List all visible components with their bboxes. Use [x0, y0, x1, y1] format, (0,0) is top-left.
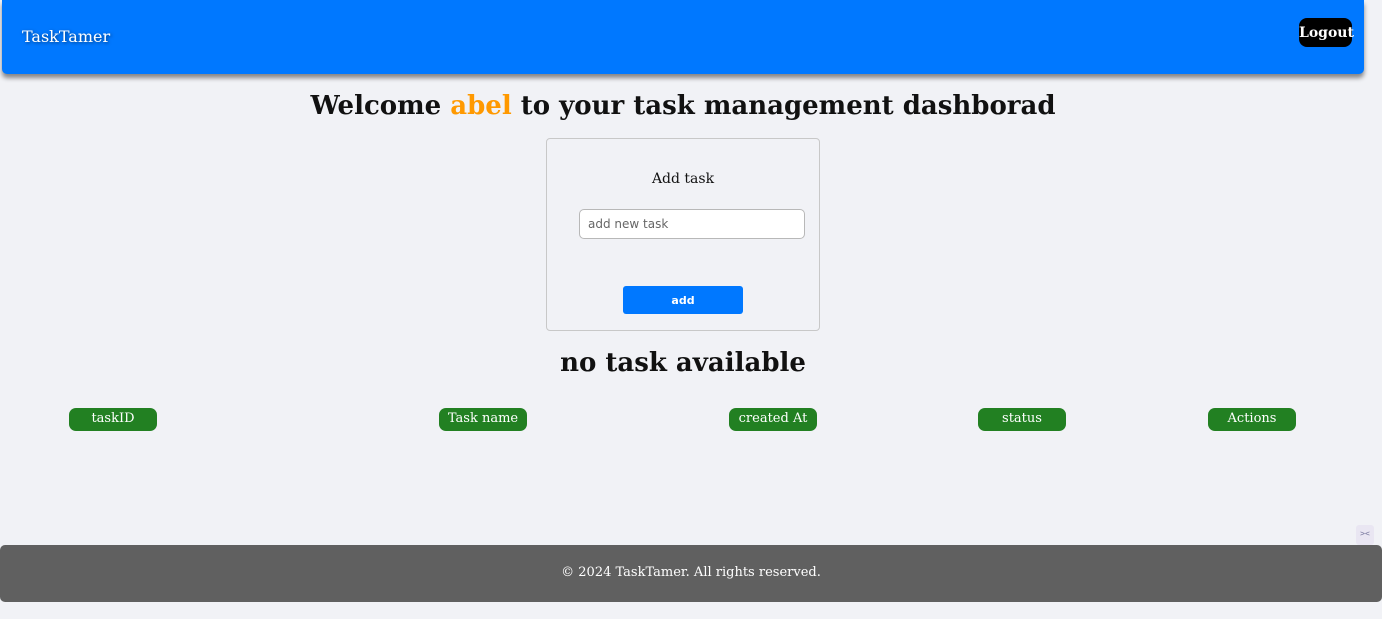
navbar: TaskTamer Logout	[2, 0, 1364, 74]
add-task-button[interactable]: add	[623, 286, 743, 314]
column-header-taskid: taskID	[69, 408, 157, 431]
empty-tasks-message: no task available	[560, 348, 806, 378]
new-task-input[interactable]	[579, 209, 805, 239]
column-header-task-name: Task name	[439, 408, 527, 431]
welcome-heading: Welcome abel to your task management das…	[0, 90, 1366, 122]
dashboard-page: TaskTamer Logout Welcome abel to your ta…	[0, 0, 1382, 619]
column-header-actions: Actions	[1208, 408, 1296, 431]
brand-logo[interactable]: TaskTamer	[22, 27, 110, 47]
column-header-created-at: created At	[729, 408, 817, 431]
add-task-card: Add task add	[546, 138, 820, 331]
add-task-title: Add task	[651, 171, 715, 187]
welcome-prefix: Welcome	[310, 91, 442, 121]
collapse-arrows-icon[interactable]: ><	[1356, 525, 1374, 545]
column-header-status: status	[978, 408, 1066, 431]
footer: © 2024 TaskTamer. All rights reserved.	[0, 545, 1382, 602]
welcome-suffix: to your task management dashborad	[520, 91, 1056, 121]
username: abel	[450, 91, 512, 121]
footer-copyright: © 2024 TaskTamer. All rights reserved.	[561, 565, 821, 580]
logout-button[interactable]: Logout	[1299, 18, 1354, 47]
